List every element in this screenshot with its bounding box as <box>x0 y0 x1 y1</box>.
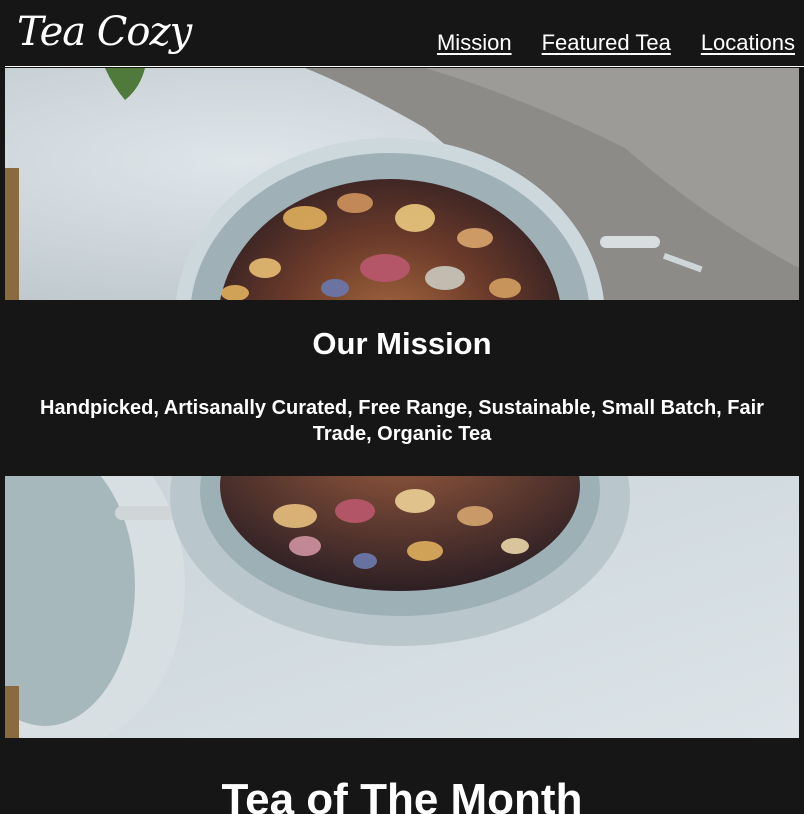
tea-jar-image <box>5 476 799 738</box>
nav-link-mission[interactable]: Mission <box>437 30 512 56</box>
hero-image-tea-jar <box>5 68 799 300</box>
nav-link-featured-tea[interactable]: Featured Tea <box>542 30 671 56</box>
mission-title: Our Mission <box>312 326 492 361</box>
tea-of-the-month-title: Tea of The Month <box>221 775 583 814</box>
mission-text: Handpicked, Artisanally Curated, Free Ra… <box>40 397 764 445</box>
nav-link-locations[interactable]: Locations <box>701 30 795 56</box>
site-logo[interactable]: Tea Cozy <box>17 2 192 62</box>
mission-section: Our Mission Handpicked, Artisanally Cura… <box>0 300 804 476</box>
site-header: Tea Cozy Mission Featured Tea Locations <box>5 0 804 67</box>
main-nav: Mission Featured Tea Locations <box>437 30 795 56</box>
page: Tea Cozy Mission Featured Tea Locations <box>0 0 804 814</box>
